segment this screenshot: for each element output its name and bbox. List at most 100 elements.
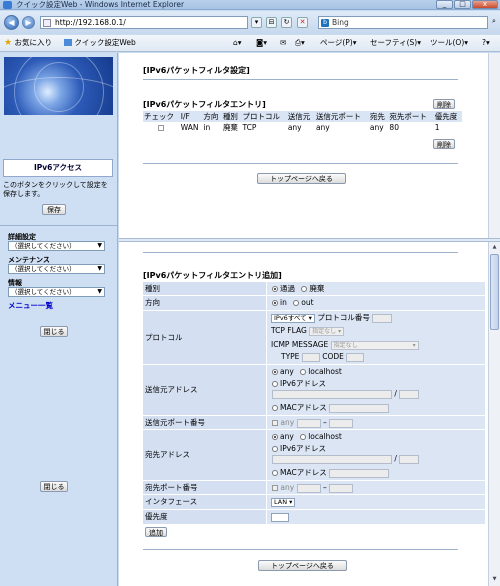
compat-icon[interactable]: ⊟ [266, 17, 277, 28]
row-checkbox[interactable] [158, 125, 165, 131]
mail-icon[interactable]: ✉ [280, 37, 286, 49]
info-select[interactable]: （選択してください） ▼ [8, 287, 105, 297]
back-to-top-button-bottom[interactable]: トップページへ戻る [258, 560, 347, 571]
page-menu[interactable]: ページ(P)▾ [320, 37, 357, 49]
type-pass-radio[interactable] [272, 286, 278, 292]
source-localhost-radio[interactable] [300, 369, 307, 375]
detail-select-value: （選択してください） [11, 242, 76, 250]
add-heading: [IPv6パケットフィルタエントリ追加] [143, 271, 282, 280]
destination-port-any-checkbox[interactable] [272, 485, 278, 491]
protocol-select[interactable]: IPv6すべて ▾ [271, 313, 315, 323]
detail-select[interactable]: （選択してください） ▼ [8, 241, 105, 251]
protocol-row: IPv6すべて ▾ プロトコル番号 [271, 312, 393, 323]
table-cell: any [369, 123, 384, 132]
forward-icon[interactable]: ▶ [22, 16, 35, 29]
close-window-button[interactable]: x [472, 0, 498, 9]
col-header: 送信元 [286, 111, 315, 122]
help-menu[interactable]: ?▾ [482, 37, 490, 49]
tcp-flag-label: TCP FLAG [271, 326, 307, 335]
source-prefix-input[interactable] [399, 389, 420, 399]
source-ipv6-input[interactable] [272, 389, 392, 399]
source-port-from-input[interactable] [296, 418, 321, 428]
refresh-icon[interactable]: ↻ [281, 17, 292, 28]
page-menu-label: ページ(P) [320, 38, 353, 47]
col-header: プロトコル [241, 111, 287, 122]
print-icon[interactable]: ⎙▾ [295, 37, 305, 49]
favorites-bar: ★ お気に入り クイック設定Web ⌂▾ ◙▾ ✉ ⎙▾ ページ(P)▾ セーフ… [0, 35, 500, 52]
source-port-to-input[interactable] [329, 418, 354, 428]
source-mac-input[interactable] [329, 403, 390, 413]
scrollbar-top[interactable] [488, 53, 500, 238]
destination-mac-input[interactable] [329, 468, 390, 478]
destination-ipv6-input[interactable] [272, 454, 392, 464]
favorites-button[interactable]: ★ お気に入り [4, 37, 52, 49]
scroll-up-icon[interactable]: ▲ [490, 243, 499, 252]
source-any-row: any localhost [272, 367, 342, 376]
source-address-field: any localhost IPv6アドレス / MACアドレス [267, 365, 485, 415]
icmp-type-input[interactable] [301, 352, 320, 362]
protocol-label: プロトコル [143, 311, 266, 364]
entry-table-heading: [IPv6パケットフィルタエントリ] [143, 100, 266, 109]
priority-input[interactable] [271, 512, 289, 522]
star-icon: ★ [4, 38, 13, 48]
destination-mac-row: MACアドレス [272, 467, 390, 478]
window-title: クイック設定Web - Windows Internet Explorer [16, 0, 185, 9]
delete-button-top[interactable]: 削除 [433, 99, 455, 109]
destination-port-from-input[interactable] [296, 483, 321, 493]
protocol-number-input[interactable] [372, 313, 393, 323]
scroll-down-icon[interactable]: ▼ [490, 575, 499, 584]
tab-quick-settings[interactable]: クイック設定Web [64, 37, 136, 49]
feeds-icon[interactable]: ◙▾ [256, 37, 267, 49]
type-drop-radio[interactable] [301, 286, 308, 292]
address-input[interactable]: http://192.168.0.1/ [40, 16, 248, 29]
col-header: 種別 [221, 111, 242, 122]
icmp-select-value: 指定なし [333, 341, 358, 349]
icmp-select[interactable]: 指定なし ▾ [330, 340, 419, 350]
add-button[interactable]: 追加 [145, 527, 167, 537]
type-label: 種別 [143, 282, 266, 295]
source-any-radio[interactable] [272, 369, 278, 375]
source-ipv6-radio[interactable] [272, 381, 278, 387]
stop-icon[interactable]: ✕ [297, 17, 308, 28]
destination-any-radio[interactable] [272, 434, 278, 440]
icmp-code-input[interactable] [346, 352, 365, 362]
maximize-button[interactable]: □ [454, 0, 471, 9]
direction-out-radio[interactable] [293, 300, 300, 306]
source-mac-radio[interactable] [272, 405, 278, 411]
interface-select[interactable]: LAN ▾ [271, 497, 296, 507]
tcp-flag-value: 指定なし [312, 327, 337, 335]
destination-port-to-input[interactable] [329, 483, 354, 493]
tcp-flag-select[interactable]: 指定なし ▾ [309, 326, 345, 336]
destination-mac-radio[interactable] [272, 470, 278, 476]
filter-list-frame: [IPv6パケットフィルタ設定] [IPv6パケットフィルタエントリ] 削除 チ… [119, 53, 488, 238]
search-icon[interactable]: ⌕ [489, 17, 499, 28]
scrollbar[interactable]: ▲ ▼ [488, 242, 500, 586]
direction-in-radio[interactable] [272, 300, 278, 306]
minimize-button[interactable]: _ [436, 0, 453, 9]
back-icon[interactable]: ◀ [4, 15, 19, 30]
destination-ipv6-radio[interactable] [272, 446, 278, 452]
filter-table: チェック I/F 方向 種別 プロトコル 送信元 送信元ポート 宛先 宛先ポート… [143, 111, 462, 133]
type-drop-label: 廃棄 [309, 284, 325, 293]
search-input[interactable]: b Bing [318, 16, 488, 29]
logo-image [4, 57, 113, 115]
delete-button-bottom[interactable]: 削除 [433, 139, 455, 149]
source-ipv6-input-row: / [272, 389, 420, 399]
home-icon[interactable]: ⌂▾ [233, 37, 242, 49]
dropdown-icon[interactable]: ▾ [251, 17, 262, 28]
close-button-bottom[interactable]: 閉じる [40, 481, 68, 492]
source-port-any-checkbox[interactable] [272, 420, 278, 426]
back-to-top-button[interactable]: トップページへ戻る [257, 173, 346, 184]
tools-menu[interactable]: ツール(O)▾ [430, 37, 468, 49]
close-button-top[interactable]: 閉じる [40, 326, 68, 337]
destination-prefix-input[interactable] [399, 454, 420, 464]
maintenance-select[interactable]: （選択してください） ▼ [8, 264, 105, 274]
safety-menu[interactable]: セーフティ(S)▾ [370, 37, 421, 49]
scroll-thumb[interactable] [490, 254, 499, 330]
menu-list-link[interactable]: メニュー一覧 [8, 300, 53, 311]
section-title: IPv6アクセス [3, 159, 113, 177]
priority-field [267, 510, 485, 524]
save-button[interactable]: 保存 [42, 204, 66, 215]
destination-any-row: any localhost [272, 432, 342, 441]
destination-localhost-radio[interactable] [300, 434, 307, 440]
